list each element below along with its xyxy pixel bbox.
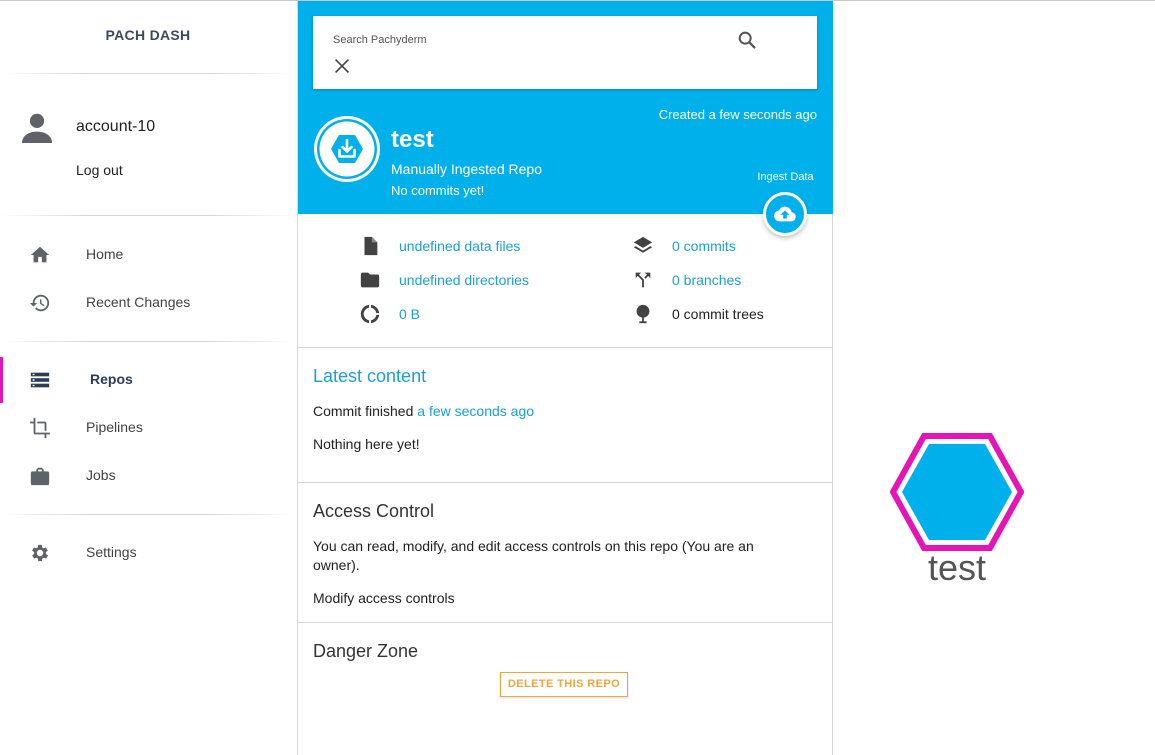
account-name: account-10: [76, 118, 156, 135]
tree-icon: [636, 304, 650, 324]
repo-node-hexagon[interactable]: [890, 433, 1024, 551]
cloud-upload-icon: [774, 206, 796, 222]
search-label: Search Pachyderm: [333, 34, 427, 46]
directories-link[interactable]: undefined directories: [399, 272, 529, 288]
active-indicator: [0, 357, 3, 403]
donut-icon: [360, 304, 380, 324]
dag-view: test: [834, 1, 1155, 755]
sidebar-item-home[interactable]: Home: [0, 232, 296, 278]
account-icon: [21, 113, 53, 144]
repo-type: Manually Ingested Repo: [391, 161, 542, 177]
logout-link[interactable]: Log out: [76, 162, 123, 178]
search-input[interactable]: Search Pachyderm: [313, 16, 817, 89]
sidebar-item-label: Repos: [90, 371, 133, 387]
commit-trees-value: 0 commit trees: [672, 306, 764, 322]
divider: [0, 514, 296, 515]
crop-icon: [29, 417, 51, 439]
commit-finished-text: Commit finished a few seconds ago: [313, 402, 534, 421]
layers-icon: [633, 236, 653, 253]
branch-icon: [635, 272, 651, 288]
home-icon: [30, 246, 50, 263]
ingest-data-label: Ingest Data: [757, 171, 814, 183]
access-control-title: Access Control: [313, 501, 435, 521]
sidebar-item-jobs[interactable]: Jobs: [0, 453, 296, 499]
danger-zone-title: Danger Zone: [313, 641, 419, 661]
commit-finished-prefix: Commit finished: [313, 403, 414, 419]
sidebar-item-label: Pipelines: [86, 419, 143, 435]
close-icon[interactable]: [332, 56, 352, 76]
sidebar-item-pipelines[interactable]: Pipelines: [0, 405, 296, 451]
search-icon[interactable]: [736, 29, 758, 51]
access-control-description: You can read, modify, and edit access co…: [313, 538, 754, 573]
file-icon: [364, 236, 378, 256]
size-link[interactable]: 0 B: [399, 306, 420, 322]
commit-time-link[interactable]: a few seconds ago: [417, 403, 534, 419]
gear-icon: [32, 544, 48, 562]
created-timestamp: Created a few seconds ago: [658, 107, 817, 122]
list-icon: [30, 372, 50, 388]
sidebar-item-label: Home: [86, 246, 124, 262]
ingest-data-button[interactable]: [763, 192, 807, 236]
sidebar-item-repos[interactable]: Repos: [0, 357, 296, 403]
repo-panel: Search Pachyderm Created a few seconds a…: [298, 1, 833, 755]
commits-link[interactable]: 0 commits: [672, 238, 736, 254]
sidebar: PACH DASH account-10 Log out Home Recent…: [0, 1, 298, 755]
history-icon: [29, 294, 50, 312]
modify-access-controls-link[interactable]: Modify access controls: [313, 589, 455, 608]
empty-content-message: Nothing here yet!: [313, 436, 420, 452]
repo-header: Search Pachyderm Created a few seconds a…: [298, 1, 833, 214]
sidebar-item-recent-changes[interactable]: Recent Changes: [0, 280, 296, 326]
repo-title: test: [391, 126, 434, 153]
latest-content-title: Latest content: [313, 366, 427, 386]
sidebar-item-label: Settings: [86, 544, 137, 560]
repo-icon: [314, 116, 380, 182]
briefcase-icon: [30, 467, 50, 486]
divider: [0, 73, 296, 74]
repo-node-label[interactable]: test: [890, 547, 1024, 589]
divider: [0, 341, 296, 342]
delete-repo-button[interactable]: DELETE THIS REPO: [500, 672, 628, 697]
branches-link[interactable]: 0 branches: [672, 272, 741, 288]
repo-commit-status: No commits yet!: [391, 183, 485, 198]
divider: [298, 622, 833, 623]
folder-icon: [360, 272, 380, 288]
sidebar-item-label: Jobs: [86, 467, 116, 483]
data-files-link[interactable]: undefined data files: [399, 238, 520, 254]
sidebar-item-label: Recent Changes: [86, 294, 191, 310]
sidebar-item-settings[interactable]: Settings: [0, 530, 296, 576]
divider: [0, 215, 296, 216]
divider: [298, 347, 833, 348]
divider: [298, 482, 833, 483]
app-brand[interactable]: PACH DASH: [0, 27, 296, 43]
